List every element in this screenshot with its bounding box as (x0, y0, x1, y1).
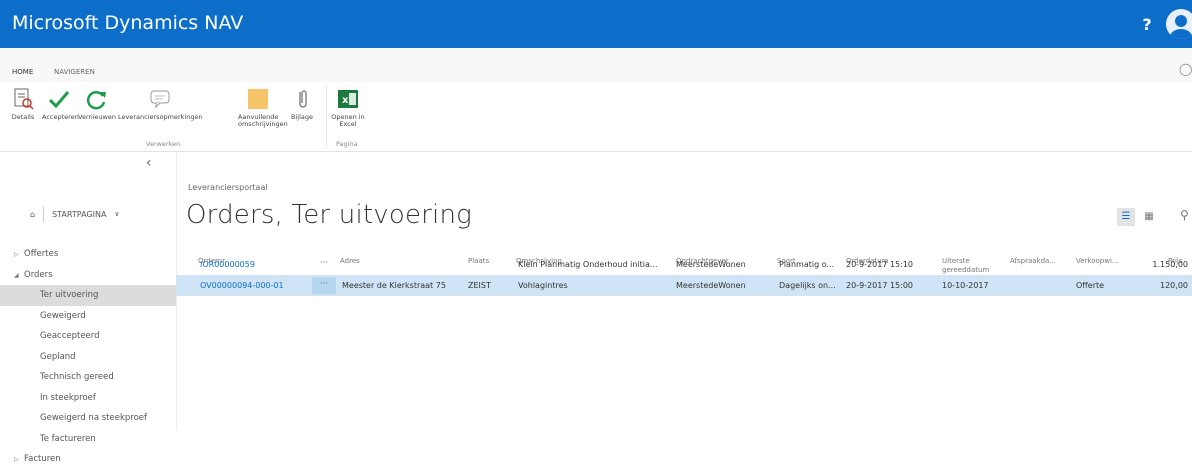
breadcrumb[interactable]: Leveranciersportaal (188, 183, 268, 192)
expand-arrow-icon: ▷ (14, 456, 19, 463)
attachment-button[interactable]: Bijlage (290, 86, 314, 121)
ribbon: Details Accepteren Vernieuwen Leverancie… (0, 82, 1192, 152)
city-cell (468, 254, 512, 275)
details-label: Details (11, 113, 35, 121)
nav-item-label: Offertes (24, 249, 59, 259)
nav-item-label: Te factureren (40, 433, 96, 444)
address-cell: Meester de Klerkstraat 75 (342, 281, 446, 290)
paperclip-icon (299, 90, 307, 108)
type-cell: Planmatig o... (779, 260, 835, 269)
nav-item-label: Facturen (24, 454, 61, 464)
lightbulb-icon[interactable]: ◯ (1179, 62, 1192, 76)
description-cell: Vohlagintres (518, 281, 568, 290)
user-avatar-icon[interactable] (1166, 9, 1192, 39)
expand-arrow-icon: ▷ (14, 251, 19, 258)
accept-button[interactable]: Accepteren (42, 86, 79, 121)
nav-item-te-factureren[interactable]: Te factureren (0, 429, 176, 450)
price-cell: 1.150,00 (1152, 260, 1188, 269)
collapse-nav-icon[interactable]: ‹ (146, 155, 152, 171)
nav-item-label: Gepland (40, 351, 76, 362)
chevron-down-icon: ∨ (114, 210, 120, 218)
details-icon (14, 88, 34, 110)
tab-home[interactable]: HOME (12, 68, 34, 84)
app-title: Microsoft Dynamics NAV (12, 12, 244, 34)
price-cell: 120,00 (1160, 281, 1188, 290)
nav-item-offertes[interactable]: ▷ Offertes (0, 244, 176, 265)
nav-item-orders[interactable]: ◢ Orders (0, 265, 176, 286)
refresh-label: Vernieuwen (78, 113, 116, 121)
note-icon (248, 89, 268, 109)
supplier-remarks-label: Leveranciersopmerkingen (118, 113, 203, 121)
list-view-icon[interactable]: ☰ (1117, 208, 1135, 226)
help-button[interactable]: ? (1132, 0, 1162, 48)
group-label-page: Pagina (336, 140, 358, 148)
search-icon[interactable]: ⚲ (1180, 208, 1189, 222)
nav-item-label: Ter uitvoering (40, 290, 99, 300)
client-cell: MeerstedeWonen (676, 260, 746, 269)
refresh-button[interactable]: Vernieuwen (78, 86, 116, 121)
due-date-cell (942, 254, 1006, 275)
accept-label: Accepteren (42, 113, 79, 121)
type-cell: Dagelijks on... (779, 281, 836, 290)
home-label: STARTPAGINA (52, 209, 107, 219)
details-button[interactable]: Details (8, 86, 38, 121)
address-cell (342, 254, 462, 275)
city-cell: ZEIST (468, 281, 491, 290)
row-actions-button[interactable]: ··· (312, 277, 336, 294)
comment-icon (150, 90, 170, 109)
svg-text:x: x (342, 95, 349, 106)
ribbon-group-divider (326, 86, 327, 148)
nav-item-in-steekproef[interactable]: In steekproef (0, 388, 176, 409)
tab-navigate[interactable]: NAVIGEREN (54, 68, 95, 76)
nav-item-label: In steekproef (40, 392, 96, 403)
home-nav[interactable]: ⌂ STARTPAGINA ∨ (30, 206, 120, 222)
order-number-link[interactable]: IOR00000059 (200, 254, 310, 275)
order-number-link[interactable]: OV00000094-000-01 (200, 275, 310, 296)
order-date-cell: 20-9-2017 15:10 (846, 260, 913, 269)
due-date-cell: 10-10-2017 (942, 281, 989, 290)
nav-item-technisch-gereed[interactable]: Technisch gereed (0, 367, 176, 388)
order-date-cell: 20-9-2017 15:00 (846, 281, 913, 290)
table-row[interactable]: IOR00000059 ··· Klein Planmatig Onderhou… (176, 254, 1192, 275)
navigation-pane: ▷ Offertes ◢ Orders Ter uitvoering Geweige… (0, 244, 176, 470)
attachment-label: Bijlage (291, 113, 313, 121)
nav-item-geweigerd-na-steekproef[interactable]: Geweigerd na steekproef (0, 408, 176, 429)
checkmark-icon (48, 91, 70, 109)
group-label-process: Verwerken (146, 140, 181, 148)
table-row-selected[interactable]: OV00000094-000-01 ··· Meester de Klerkst… (176, 275, 1192, 296)
client-cell: MeerstedeWonen (676, 281, 746, 290)
collapse-arrow-icon: ◢ (14, 271, 19, 279)
nav-item-geaccepteerd[interactable]: Geaccepteerd (0, 326, 176, 347)
ribbon-tabs: HOME NAVIGEREN (0, 48, 1192, 84)
nav-item-label: Technisch gereed (40, 372, 114, 382)
nav-item-ter-uitvoering[interactable]: Ter uitvoering (0, 285, 176, 306)
extra-descriptions-button[interactable]: Aanvullende omschrijvingen (238, 86, 288, 128)
nav-item-label: Geaccepteerd (40, 331, 100, 341)
row-actions-button[interactable]: ··· (312, 256, 336, 273)
description-cell: Klein Planmatig Onderhoud initia... (518, 260, 658, 269)
open-excel-label: Openen in Excel (331, 113, 365, 128)
nav-item-label: Geweigerd na steekproef (40, 413, 147, 423)
nav-item-facturen[interactable]: ▷ Facturen (0, 449, 176, 470)
nav-item-label: Geweigerd (40, 310, 86, 321)
title-bar: Microsoft Dynamics NAV ? (0, 0, 1192, 48)
nav-item-gepland[interactable]: Gepland (0, 347, 176, 368)
home-separator (43, 206, 45, 222)
supplier-remarks-button[interactable]: Leveranciersopmerkingen (118, 86, 203, 121)
extra-descriptions-label: Aanvullende omschrijvingen (238, 113, 288, 128)
tile-view-icon[interactable]: ▦ (1140, 208, 1158, 226)
nav-item-geweigerd[interactable]: Geweigerd (0, 306, 176, 327)
nav-item-label: Orders (24, 269, 53, 280)
refresh-icon (86, 91, 106, 110)
open-excel-button[interactable]: x Openen in Excel (330, 86, 366, 128)
page-title: Orders, Ter uitvoering (186, 200, 472, 230)
home-icon: ⌂ (30, 209, 36, 219)
excel-icon: x (338, 90, 358, 108)
